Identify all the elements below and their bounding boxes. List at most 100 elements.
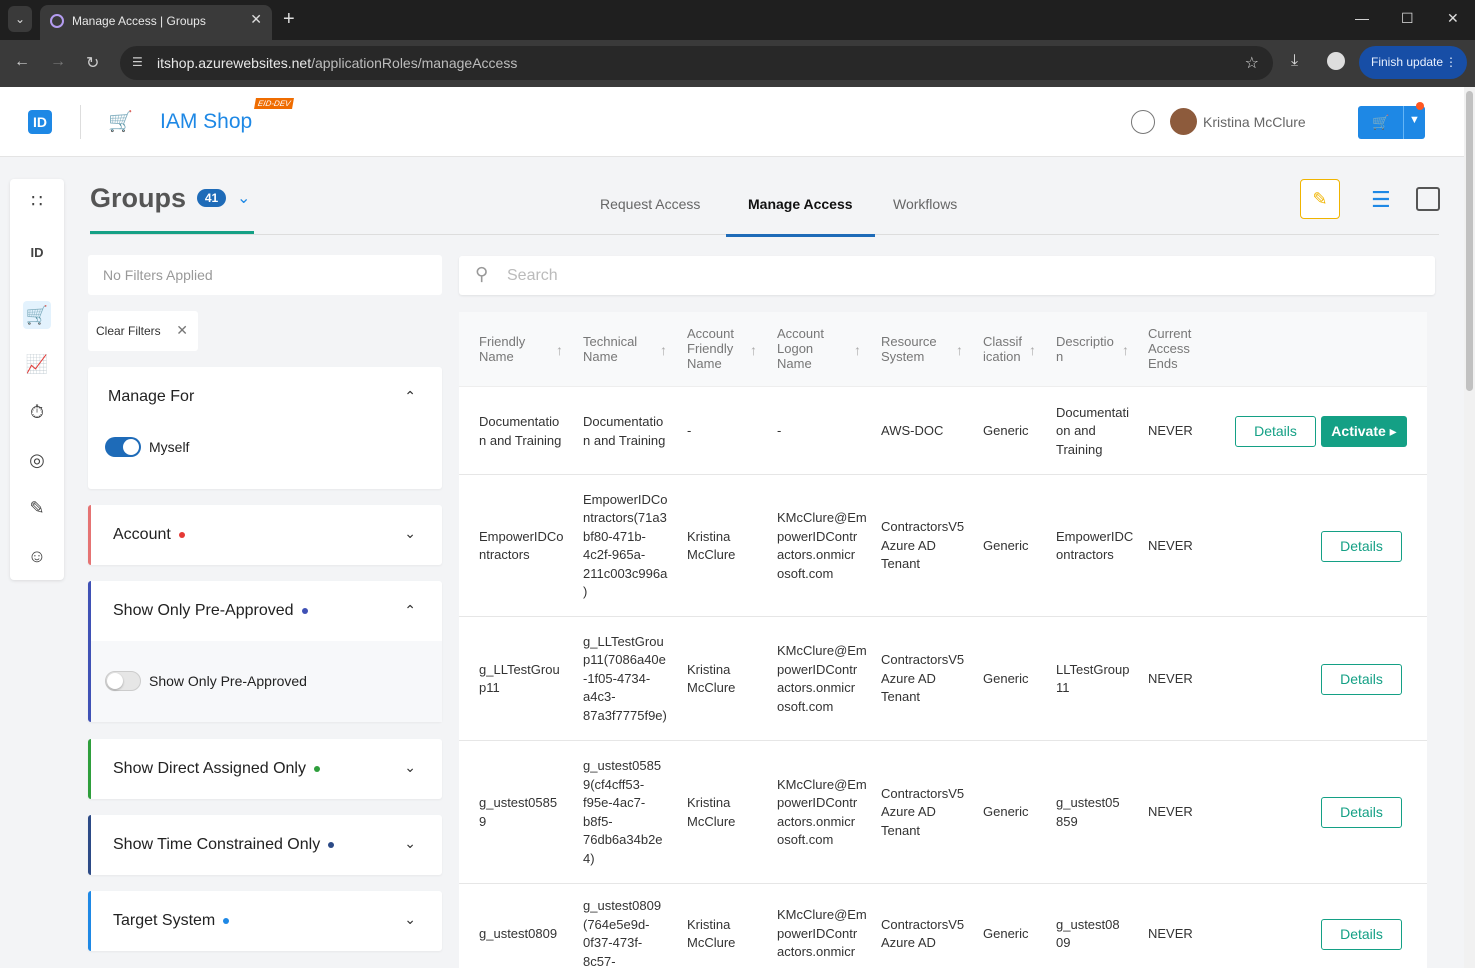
cart-notification-dot <box>1416 102 1424 110</box>
table-header: Friendly Name ↑ Technical Name ↑ Account Fri… <box>459 312 1427 387</box>
left-nav-rail: ∷ ID 🛒 📈 ⏱ ◎ ✎ ☺ <box>10 179 64 580</box>
details-button[interactable]: Details <box>1321 918 1402 950</box>
user-sync-icon[interactable]: ☺ <box>23 542 51 570</box>
forward-icon[interactable]: → <box>50 53 66 71</box>
search-icon: ⚲ <box>475 264 489 284</box>
column-header[interactable]: Descriptio n <box>1056 334 1114 364</box>
pre-approved-title[interactable]: Show Only Pre-Approved <box>113 602 308 620</box>
details-button[interactable]: Details <box>1235 416 1316 447</box>
new-tab-icon[interactable]: + <box>283 8 295 31</box>
sort-arrow-icon[interactable]: ↑ <box>750 342 757 358</box>
app-logo[interactable]: ID <box>28 110 52 134</box>
analytics-icon[interactable]: 📈 <box>23 350 51 378</box>
fingerprint-icon[interactable]: ◎ <box>23 446 51 474</box>
window-close-icon[interactable]: ✕ <box>1447 10 1459 27</box>
table-cell-technical: EmpowerIDCo ntractors(71a3 bf80-471b- 4c… <box>583 491 668 600</box>
browser-tab[interactable]: Manage Access | Groups ✕ <box>40 5 272 40</box>
sort-arrow-icon[interactable]: ↑ <box>1029 342 1036 358</box>
chevron-up-icon[interactable]: ⌃ <box>404 388 416 405</box>
chevron-down-icon[interactable]: ⌄ <box>237 188 250 208</box>
download-icon[interactable]: ⤓ <box>1291 52 1298 70</box>
table-cell-technical: g_ustest0585 9(cf4cff53- f95e-4ac7- b8f5… <box>583 758 663 866</box>
profile-icon[interactable] <box>1327 52 1345 70</box>
edit-request-icon[interactable]: ✎ <box>1300 179 1340 219</box>
chevron-down-icon[interactable]: ⌄ <box>404 525 416 542</box>
column-header[interactable]: Classif ication <box>983 334 1022 364</box>
cart-button[interactable]: 🛒 ▼ <box>1358 106 1425 139</box>
pre-approved-toggle[interactable] <box>105 671 141 691</box>
search-box: ⚲ <box>459 256 1435 295</box>
browser-tab-bar: ⌄ Manage Access | Groups ✕ + — ☐ ✕ <box>0 0 1475 40</box>
chevron-down-icon[interactable]: ⌄ <box>404 911 416 928</box>
tab-search-chevron-icon[interactable]: ⌄ <box>8 6 32 32</box>
user-name[interactable]: Kristina McClure <box>1203 114 1306 130</box>
column-header[interactable]: Technical Name <box>583 334 637 364</box>
direct-assigned-panel[interactable]: Show Direct Assigned Only ⌄ <box>88 739 442 799</box>
shop-cart-nav-icon[interactable]: 🛒 <box>23 301 51 329</box>
sort-arrow-icon[interactable]: ↑ <box>1122 342 1129 358</box>
chevron-down-icon[interactable]: ⌄ <box>404 759 416 776</box>
details-button[interactable]: Details <box>1321 797 1402 828</box>
table-cell-acct-friendly: Kristina McClure <box>687 916 736 951</box>
clear-filters-button[interactable]: Clear Filters ✕ <box>88 311 198 351</box>
table-row: g_ustest0809 g_ustest0809 (764e5e9d- 0f37… <box>459 884 1427 968</box>
target-system-dot <box>223 917 230 924</box>
cart-icon: 🛒 <box>1372 114 1390 130</box>
column-header[interactable]: Resource System <box>881 334 937 364</box>
count-badge: 41 <box>197 189 226 207</box>
column-header[interactable]: Account Friendly Name <box>687 326 734 371</box>
time-constrained-panel[interactable]: Show Time Constrained Only ⌄ <box>88 815 442 875</box>
pre-approved-panel: Show Only Pre-Approved ⌃ Show Only Pre-A… <box>88 581 442 722</box>
target-system-panel[interactable]: Target System ⌄ <box>88 891 442 951</box>
tab-workflows[interactable]: Workflows <box>893 196 957 212</box>
chevron-down-icon[interactable]: ⌄ <box>404 835 416 852</box>
tab-close-icon[interactable]: ✕ <box>250 11 262 28</box>
myself-toggle[interactable] <box>105 437 141 457</box>
sort-arrow-icon[interactable]: ↑ <box>660 342 667 358</box>
maximize-icon[interactable]: ☐ <box>1401 10 1414 27</box>
avatar[interactable] <box>1170 108 1197 135</box>
table-cell-ends: NEVER <box>1148 670 1193 686</box>
url-bar[interactable]: ☰ itshop.azurewebsites.net/applicationRo… <box>120 46 1273 80</box>
table-row: Documentatio n and Training Documentatio … <box>459 388 1427 475</box>
account-panel[interactable]: Account ⌄ <box>88 505 442 565</box>
account-dot <box>178 531 185 538</box>
id-card-icon[interactable]: ID <box>23 239 51 267</box>
column-header[interactable]: Friendly Name <box>479 334 525 364</box>
chevron-down-icon[interactable]: ▼ <box>1409 114 1420 126</box>
page-scrollbar[interactable] <box>1464 87 1475 968</box>
sort-arrow-icon[interactable]: ↑ <box>556 342 563 358</box>
shop-name[interactable]: IAM Shop <box>160 110 252 134</box>
edit-document-icon[interactable]: ✎ <box>23 494 51 522</box>
card-view-icon[interactable] <box>1416 187 1440 211</box>
tab-request-access[interactable]: Request Access <box>600 196 700 212</box>
column-header[interactable]: Account Logon Name <box>777 326 824 371</box>
sort-arrow-icon[interactable]: ↑ <box>854 342 861 358</box>
tab-manage-access[interactable]: Manage Access <box>748 196 853 212</box>
app-header: ID 🛒 IAM Shop EID-DEV Kristina McClure 🛒… <box>0 87 1464 157</box>
finish-update-button[interactable]: Finish update ⋮ <box>1359 46 1467 79</box>
page-title: Groups <box>90 183 187 213</box>
minimize-icon[interactable]: — <box>1355 10 1369 26</box>
globe-icon[interactable] <box>1131 110 1155 134</box>
table-cell-description: g_ustest05 859 <box>1056 795 1120 829</box>
table-cell-description: EmpowerIDC ontractors <box>1056 528 1134 563</box>
details-button[interactable]: Details <box>1321 530 1402 562</box>
details-button[interactable]: Details <box>1321 663 1402 695</box>
table-cell-technical: g_LLTestGrou p11(7086a40e -1f05-4734- a4… <box>583 633 667 723</box>
speedometer-icon[interactable]: ⏱ <box>23 398 51 426</box>
chevron-up-icon[interactable]: ⌃ <box>404 602 416 619</box>
list-view-icon[interactable]: ☰ <box>1371 187 1391 213</box>
apps-grid-icon[interactable]: ∷ <box>23 187 51 215</box>
search-input[interactable] <box>507 264 1407 288</box>
activate-button[interactable]: Activate ▸ <box>1321 416 1407 447</box>
manage-for-title[interactable]: Manage For <box>108 388 194 406</box>
column-header[interactable]: Current Access Ends <box>1148 326 1191 371</box>
reload-icon[interactable]: ↻ <box>86 53 99 73</box>
sort-arrow-icon[interactable]: ↑ <box>956 342 963 358</box>
table-cell-ends: NEVER <box>1148 537 1193 553</box>
back-icon[interactable]: ← <box>14 53 30 71</box>
bookmark-star-icon[interactable]: ☆ <box>1245 53 1259 73</box>
site-info-icon[interactable]: ☰ <box>132 55 148 71</box>
table-cell-classification: Generic <box>983 804 1029 820</box>
